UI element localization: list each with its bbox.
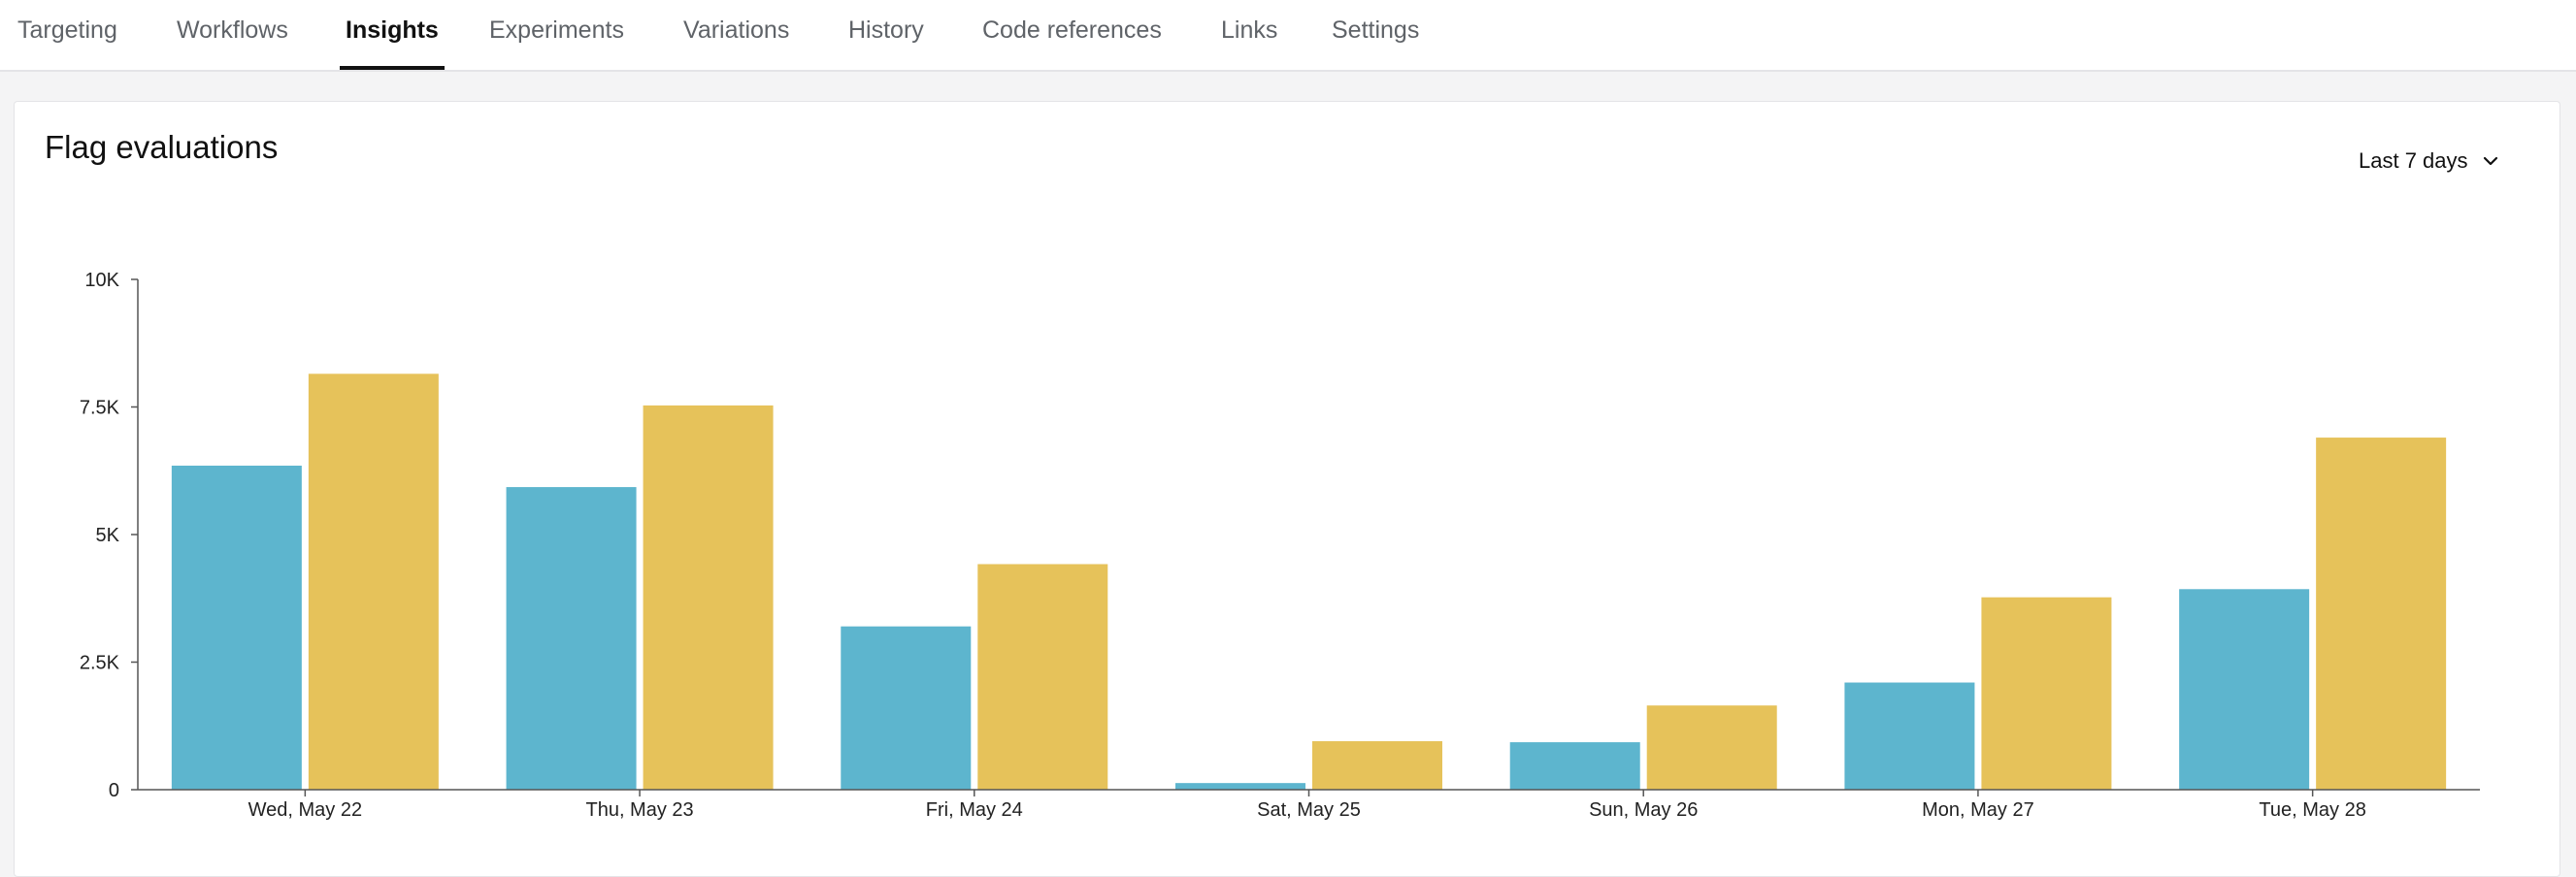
bar-1-6[interactable] <box>1844 682 1975 790</box>
bars-group <box>171 374 2447 790</box>
flag-evaluations-chart: Wed, May 22 Thu, May 23 Fri, May 24 Sat, Ma… <box>80 270 2480 821</box>
bar-1-7[interactable] <box>2179 589 2310 790</box>
y-tick-label: 0 <box>109 780 119 801</box>
axes-group: Wed, May 22 Thu, May 23 Fri, May 24 Sat, Ma… <box>80 270 2480 821</box>
y-tick-label: 2.5K <box>80 653 120 674</box>
bar-2-7[interactable] <box>2316 438 2447 790</box>
bar-1-4[interactable] <box>1175 783 1305 790</box>
x-tick-label: Sun, May 26 <box>1589 799 1698 821</box>
x-tick-label: Tue, May 28 <box>2259 799 2365 821</box>
y-tick-label: 5K <box>96 525 120 546</box>
bar-2-2[interactable] <box>643 405 774 790</box>
bar-2-6[interactable] <box>1981 597 2112 790</box>
bar-2-1[interactable] <box>308 374 439 790</box>
bar-1-1[interactable] <box>171 465 302 790</box>
bar-1-3[interactable] <box>841 626 972 790</box>
bar-2-5[interactable] <box>1646 705 1777 790</box>
x-tick-label: Mon, May 27 <box>1922 799 2034 821</box>
x-tick-label: Sat, May 25 <box>1257 799 1361 821</box>
y-tick-label: 10K <box>84 270 119 291</box>
bar-2-3[interactable] <box>977 564 1108 790</box>
y-tick-label: 7.5K <box>80 398 120 419</box>
x-tick-label: Fri, May 24 <box>926 799 1023 821</box>
x-tick-label: Thu, May 23 <box>585 799 693 821</box>
bar-2-4[interactable] <box>1312 741 1442 790</box>
bar-1-2[interactable] <box>506 487 637 790</box>
x-tick-label: Wed, May 22 <box>248 799 362 821</box>
bar-1-5[interactable] <box>1509 742 1640 790</box>
